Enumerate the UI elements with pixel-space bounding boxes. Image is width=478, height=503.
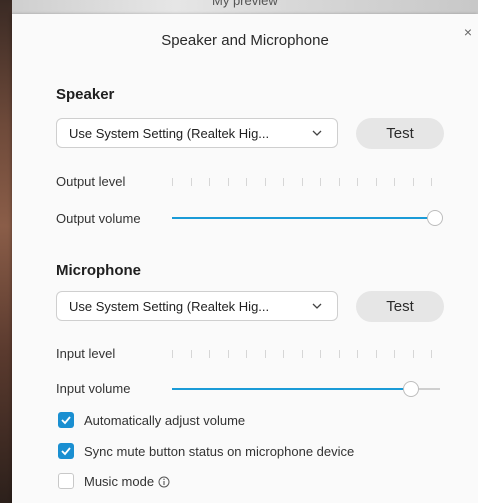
microphone-device-select[interactable]: Use System Setting (Realtek Hig... (56, 291, 338, 321)
sync-mute-label: Sync mute button status on microphone de… (84, 444, 355, 459)
output-volume-slider[interactable] (172, 209, 443, 227)
microphone-device-value: Use System Setting (Realtek Hig... (69, 299, 270, 314)
chevron-down-icon (312, 130, 322, 136)
input-volume-slider[interactable] (172, 380, 440, 398)
level-tick (394, 350, 395, 358)
level-tick (227, 178, 229, 186)
level-tick (190, 178, 192, 186)
level-tick (431, 178, 432, 186)
level-tick (412, 178, 414, 186)
level-tick (338, 350, 340, 358)
backdrop-top: My preview (12, 0, 478, 14)
level-tick (246, 178, 247, 186)
level-tick (209, 350, 210, 358)
microphone-heading: Microphone (56, 262, 141, 279)
level-tick (357, 178, 358, 186)
level-tick (338, 178, 340, 186)
auto-adjust-volume-checkbox[interactable] (58, 412, 74, 428)
level-tick (246, 350, 247, 358)
output-level-label: Output level (56, 174, 126, 189)
output-level-meter (172, 178, 432, 186)
level-tick (264, 350, 266, 358)
level-tick (172, 350, 173, 358)
level-tick (209, 178, 210, 186)
input-volume-label: Input volume (56, 381, 131, 396)
level-tick (320, 350, 321, 358)
level-tick (283, 350, 284, 358)
level-tick (283, 178, 284, 186)
level-tick (301, 178, 303, 186)
backdrop-title: My preview (212, 0, 278, 8)
level-tick (320, 178, 321, 186)
level-tick (412, 350, 414, 358)
speaker-device-select[interactable]: Use System Setting (Realtek Hig... (56, 118, 338, 148)
level-tick (190, 350, 192, 358)
slider-thumb[interactable] (426, 210, 443, 226)
backdrop-left (0, 0, 12, 503)
level-tick (357, 350, 358, 358)
level-tick (375, 350, 377, 358)
level-tick (394, 178, 395, 186)
auto-adjust-volume-label: Automatically adjust volume (84, 413, 246, 428)
slider-thumb[interactable] (402, 381, 419, 397)
level-tick (375, 178, 377, 186)
level-tick (227, 350, 229, 358)
output-volume-label: Output volume (56, 211, 141, 226)
level-tick (264, 178, 266, 186)
close-icon[interactable]: × (464, 24, 472, 40)
dialog-title: Speaker and Microphone (161, 32, 329, 49)
speaker-test-button[interactable]: Test (356, 118, 444, 149)
music-mode-text: Music mode (84, 474, 170, 489)
input-level-meter (172, 350, 432, 358)
speaker-heading: Speaker (56, 86, 115, 103)
chevron-down-icon (312, 303, 322, 309)
level-tick (172, 178, 173, 186)
microphone-test-button[interactable]: Test (356, 291, 444, 322)
info-icon[interactable] (158, 476, 170, 488)
speaker-device-value: Use System Setting (Realtek Hig... (69, 126, 270, 141)
input-level-label: Input level (56, 346, 116, 361)
level-tick (301, 350, 303, 358)
level-tick (431, 350, 432, 358)
speaker-microphone-dialog: Speaker and Microphone × Speaker Use Sys… (12, 14, 478, 503)
music-mode-label: Music mode (84, 474, 155, 489)
music-mode-checkbox[interactable] (58, 473, 74, 489)
sync-mute-checkbox[interactable] (58, 443, 74, 459)
